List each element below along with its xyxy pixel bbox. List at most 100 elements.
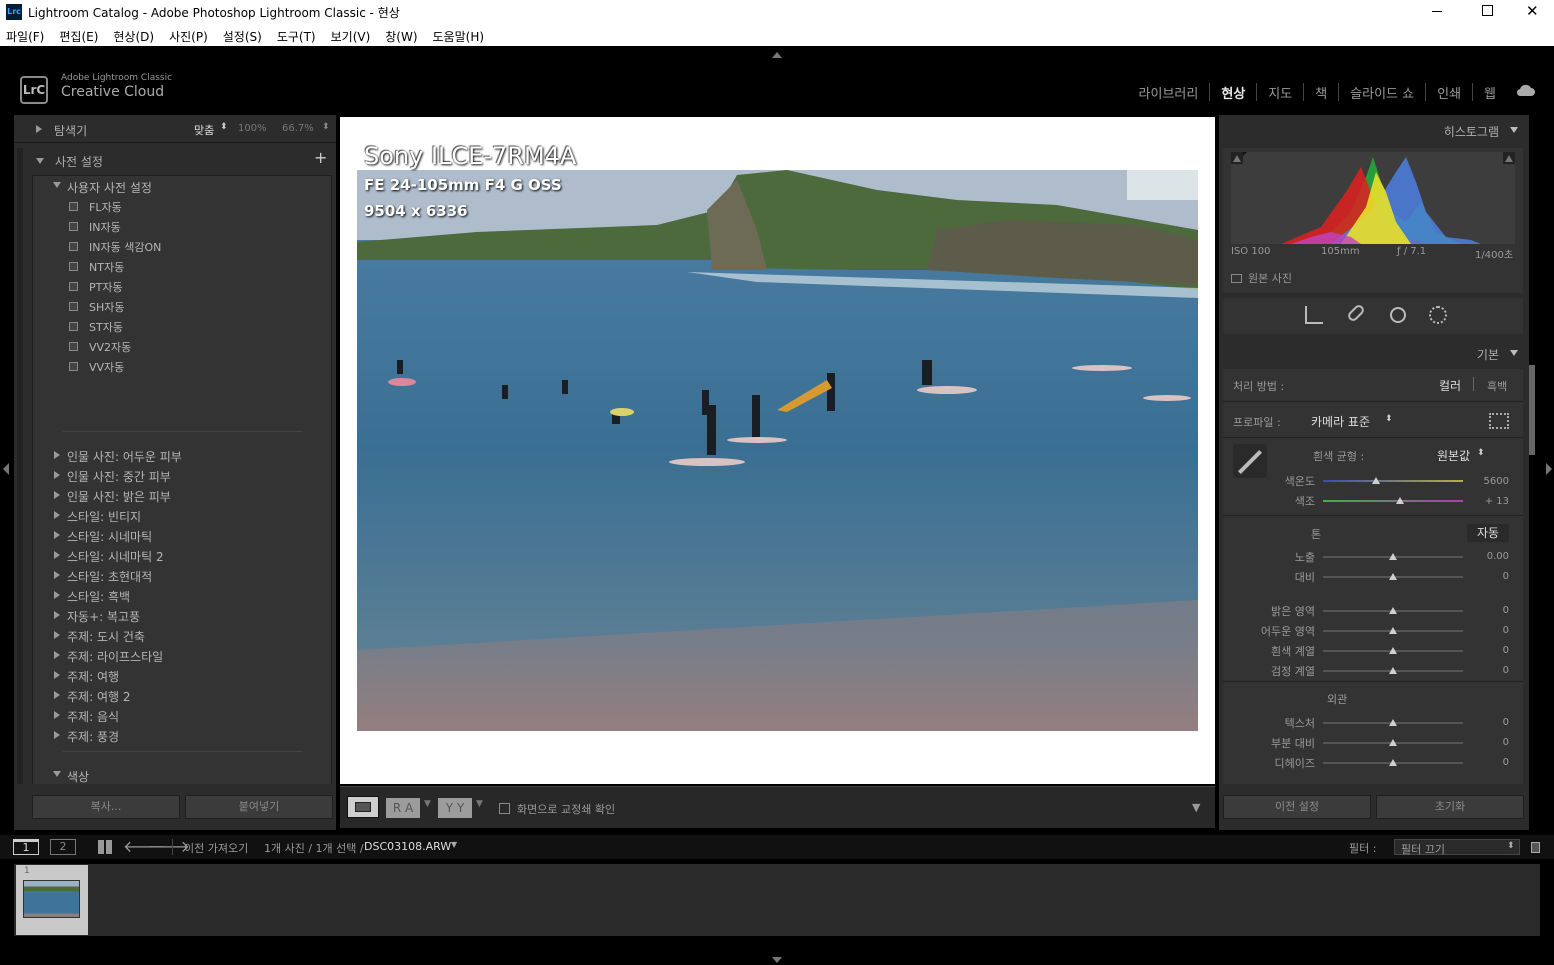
menu-item[interactable]: 설정(S) <box>223 28 262 45</box>
slider-track[interactable] <box>1323 627 1463 634</box>
menu-item[interactable]: 편집(E) <box>59 28 98 45</box>
photo-image[interactable] <box>357 170 1198 731</box>
menu-item[interactable]: 창(W) <box>385 28 417 45</box>
preset-item[interactable]: NT자동 <box>33 256 331 276</box>
preset-item[interactable]: 주제: 음식 <box>33 705 331 725</box>
module-2[interactable]: 현상 <box>1221 83 1245 102</box>
preset-item[interactable]: 인물 사진: 어두운 피부 <box>33 445 331 465</box>
slider-value[interactable]: 0 <box>1471 737 1509 748</box>
slider-thumb[interactable] <box>1389 573 1397 580</box>
original-photo-checkbox[interactable] <box>1231 274 1242 283</box>
slider-value[interactable]: 0 <box>1471 605 1509 616</box>
slider-thumb[interactable] <box>1389 607 1397 614</box>
slider-thumb[interactable] <box>1389 739 1397 746</box>
reset-button[interactable]: 초기화 <box>1376 795 1524 819</box>
preset-item[interactable]: 주제: 도시 건축 <box>33 625 331 645</box>
toolbar-menu-icon[interactable]: ▼ <box>1192 801 1200 814</box>
profile-value[interactable]: 카메라 표준 <box>1311 413 1370 430</box>
previous-settings-button[interactable]: 이전 설정 <box>1223 795 1371 819</box>
profile-dropdown-icon[interactable]: ⬍ <box>1385 414 1393 424</box>
filter-select[interactable]: 필터 끄기 ⬍ <box>1394 839 1520 856</box>
healing-tool-icon[interactable] <box>1346 303 1366 323</box>
copy-settings-button[interactable]: 복사... <box>32 795 180 819</box>
menu-item[interactable]: 도구(T) <box>277 28 316 45</box>
close-icon[interactable]: ✕ <box>1526 2 1539 20</box>
preset-item[interactable]: VV자동 <box>33 356 331 376</box>
preset-item[interactable]: PT자동 <box>33 276 331 296</box>
navigator-header[interactable]: 탐색기 맞춤 ⬍ 100% 66.7% ⬍ <box>14 115 336 143</box>
right-scrollbar[interactable] <box>1529 365 1535 455</box>
preset-item[interactable]: 주제: 여행 2 <box>33 685 331 705</box>
histogram-header[interactable]: 히스토그램 <box>1219 115 1529 145</box>
module-7[interactable]: 웹 <box>1484 83 1496 102</box>
temp-value[interactable]: 5600 <box>1471 476 1509 487</box>
preset-item[interactable]: 인물 사진: 중간 피부 <box>33 465 331 485</box>
left-scrollbar[interactable] <box>17 148 23 828</box>
menu-item[interactable]: 도움말(H) <box>433 28 485 45</box>
preset-item[interactable]: IN자동 색감ON <box>33 236 331 256</box>
temp-slider[interactable] <box>1323 477 1463 484</box>
ra-dropdown-icon[interactable]: ▼ <box>424 799 431 809</box>
preset-item[interactable]: VV2자동 <box>33 336 331 356</box>
slider-track[interactable] <box>1323 573 1463 580</box>
slider-track[interactable] <box>1323 553 1463 560</box>
treatment-bw[interactable]: 흑백 <box>1487 378 1507 394</box>
menu-item[interactable]: 현상(D) <box>113 28 154 45</box>
menu-item[interactable]: 파일(F) <box>6 28 44 45</box>
module-1[interactable]: 라이브러리 <box>1139 83 1199 102</box>
tint-thumb[interactable] <box>1396 497 1404 504</box>
slider-value[interactable]: 0 <box>1471 645 1509 656</box>
top-panel-toggle-icon[interactable] <box>772 52 782 58</box>
masking-tool-icon[interactable] <box>1429 306 1447 324</box>
slider-track[interactable] <box>1323 667 1463 674</box>
slider-value[interactable]: 0 <box>1471 571 1509 582</box>
auto-tone-button[interactable]: 자동 <box>1467 524 1509 542</box>
menu-item[interactable]: 보기(V) <box>331 28 371 45</box>
preset-item[interactable]: 자동+: 복고풍 <box>33 605 331 625</box>
screen-2-button[interactable]: 2 <box>50 839 76 855</box>
wb-eyedropper-icon[interactable] <box>1233 444 1267 478</box>
module-6[interactable]: 인쇄 <box>1437 83 1461 102</box>
preset-item[interactable]: ST자동 <box>33 316 331 336</box>
paste-settings-button[interactable]: 붙여넣기 <box>185 795 333 819</box>
preset-item[interactable]: 인물 사진: 밝은 피부 <box>33 485 331 505</box>
before-after-ra-button[interactable]: R A <box>386 798 420 818</box>
user-presets-group[interactable]: 사용자 사전 설정 <box>33 176 331 196</box>
tint-slider[interactable] <box>1323 497 1463 504</box>
slider-value[interactable]: 0.00 <box>1471 551 1509 562</box>
slider-value[interactable]: 0 <box>1471 625 1509 636</box>
navigator-zoom-66[interactable]: 66.7% <box>282 123 314 134</box>
preset-item[interactable]: FL자동 <box>33 196 331 216</box>
module-5[interactable]: 슬라이드 쇼 <box>1350 83 1414 102</box>
minimize-icon[interactable] <box>1432 4 1446 18</box>
presets-header[interactable]: 사전 설정 + <box>14 148 336 174</box>
profile-browser-icon[interactable] <box>1489 413 1509 429</box>
slider-value[interactable]: 0 <box>1471 665 1509 676</box>
slider-thumb[interactable] <box>1389 667 1397 674</box>
filename[interactable]: DSC03108.ARW <box>364 840 451 853</box>
preset-item[interactable]: 주제: 라이프스타일 <box>33 645 331 665</box>
module-4[interactable]: 책 <box>1315 83 1327 102</box>
basic-header[interactable]: 기본 <box>1219 339 1529 367</box>
navigator-zoom-100[interactable]: 100% <box>238 123 267 134</box>
preset-item[interactable]: 스타일: 초현대적 <box>33 565 331 585</box>
filename-dropdown-icon[interactable]: ▼ <box>451 840 457 849</box>
filter-lock-icon[interactable] <box>1531 842 1540 853</box>
loupe-view-icon[interactable] <box>347 796 379 818</box>
slider-value[interactable]: 0 <box>1471 757 1509 768</box>
yy-dropdown-icon[interactable]: ▼ <box>476 799 483 809</box>
slider-track[interactable] <box>1323 739 1463 746</box>
slider-track[interactable] <box>1323 647 1463 654</box>
preset-item[interactable]: 스타일: 시네마틱 2 <box>33 545 331 565</box>
menu-item[interactable]: 사진(P) <box>169 28 208 45</box>
navigator-fit[interactable]: 맞춤 <box>194 122 214 138</box>
before-after-yy-button[interactable]: Y Y <box>438 798 472 818</box>
temp-thumb[interactable] <box>1372 477 1381 484</box>
module-3[interactable]: 지도 <box>1268 83 1292 102</box>
screen-1-button[interactable]: 1 <box>13 839 39 855</box>
slider-thumb[interactable] <box>1389 627 1397 634</box>
cloud-sync-icon[interactable] <box>1516 82 1536 97</box>
left-panel-toggle-icon[interactable] <box>3 463 9 475</box>
grid-view-icon[interactable] <box>98 840 112 854</box>
maximize-icon[interactable] <box>1482 5 1493 16</box>
